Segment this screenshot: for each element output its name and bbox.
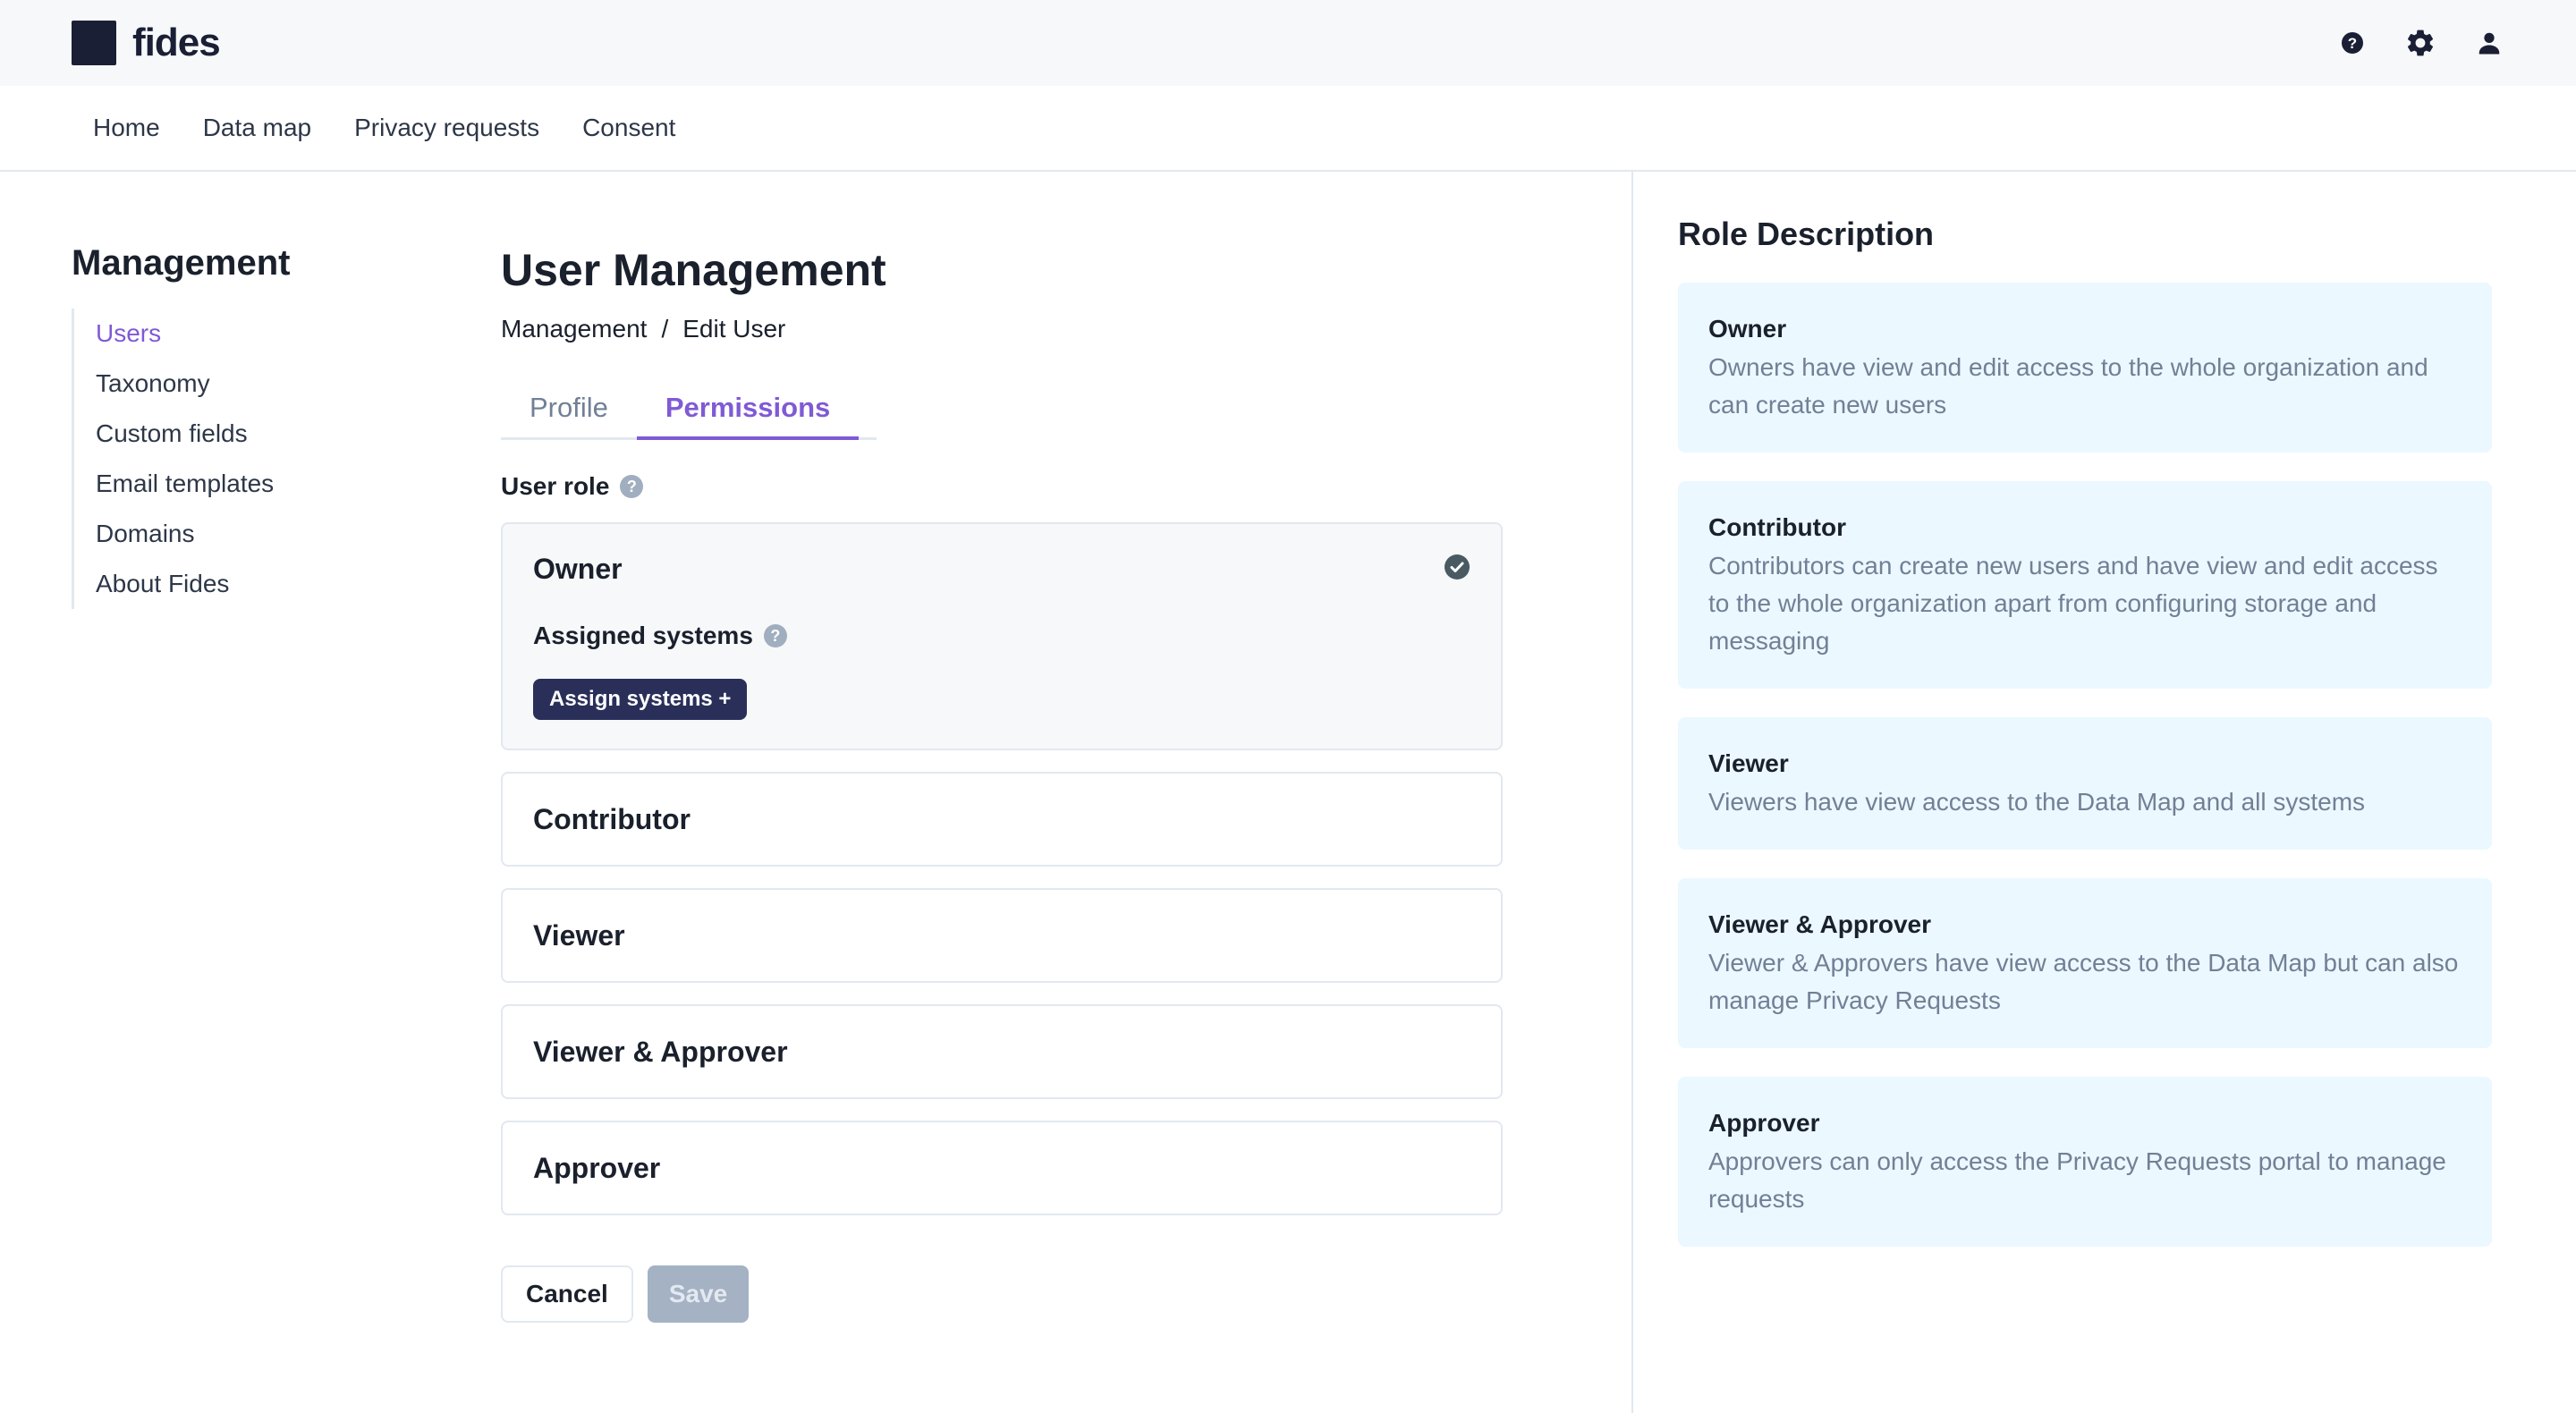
user-role-label: User role ? [501, 472, 1503, 501]
tab-permissions[interactable]: Permissions [636, 383, 860, 440]
top-header: fides ? [0, 0, 2576, 86]
sidebar-list: Users Taxonomy Custom fields Email templ… [72, 309, 429, 609]
role-description-text: Viewers have view access to the Data Map… [1708, 788, 2366, 816]
fides-logo[interactable]: fides [72, 21, 221, 65]
role-description-card-approver: Approver Approvers can only access the P… [1678, 1077, 2492, 1247]
check-circle-icon [1444, 554, 1470, 585]
role-name: Viewer & Approver [533, 1035, 788, 1068]
save-button[interactable]: Save [647, 1265, 750, 1323]
role-description-name: Contributor [1708, 513, 1846, 541]
role-option-viewer-approver[interactable]: Viewer & Approver [501, 1004, 1503, 1099]
logo-mark-icon [72, 21, 116, 65]
role-name: Contributor [533, 802, 691, 835]
header-icons: ? [2340, 27, 2504, 59]
main-nav: Home Data map Privacy requests Consent [0, 86, 2576, 172]
assign-systems-button[interactable]: Assign systems + [533, 679, 748, 720]
role-description-name: Viewer [1708, 749, 1789, 777]
sidebar-item-domains[interactable]: Domains [74, 509, 429, 559]
breadcrumb: Management / Edit User [501, 315, 1503, 343]
main-content: User Management Management / Edit User P… [501, 243, 1503, 1323]
management-sidebar: Management Users Taxonomy Custom fields … [72, 243, 429, 609]
role-option-viewer[interactable]: Viewer [501, 888, 1503, 983]
role-description-name: Approver [1708, 1109, 1820, 1137]
sidebar-item-custom-fields[interactable]: Custom fields [74, 409, 429, 459]
assigned-systems-label: Assigned systems ? [533, 622, 1470, 650]
role-option-approver[interactable]: Approver [501, 1121, 1503, 1215]
nav-privacy-requests[interactable]: Privacy requests [333, 101, 561, 155]
page-title: User Management [501, 245, 886, 295]
role-head: Owner [533, 553, 1470, 586]
assigned-systems-label-text: Assigned systems [533, 622, 753, 649]
sidebar-title: Management [72, 243, 291, 283]
role-description-card-contributor: Contributor Contributors can create new … [1678, 481, 2492, 689]
role-description-name: Owner [1708, 315, 1787, 343]
role-description-title: Role Description [1678, 216, 1935, 252]
sidebar-item-users[interactable]: Users [74, 309, 429, 359]
cancel-button[interactable]: Cancel [501, 1265, 633, 1323]
user-role-help-icon[interactable]: ? [620, 475, 644, 498]
logo-text: fides [132, 21, 221, 64]
svg-text:?: ? [2348, 35, 2357, 52]
nav-data-map[interactable]: Data map [182, 101, 333, 155]
sidebar-item-taxonomy[interactable]: Taxonomy [74, 359, 429, 409]
role-option-contributor[interactable]: Contributor [501, 772, 1503, 867]
sidebar-item-email-templates[interactable]: Email templates [74, 459, 429, 509]
breadcrumb-management[interactable]: Management [501, 315, 647, 343]
form-actions: Cancel Save [501, 1265, 1503, 1323]
role-description-name: Viewer & Approver [1708, 910, 1931, 938]
nav-consent[interactable]: Consent [561, 101, 697, 155]
role-option-owner[interactable]: Owner Assigned systems ? Assign systems … [501, 522, 1503, 750]
user-role-label-text: User role [501, 472, 610, 500]
role-description-text: Viewer & Approvers have view access to t… [1708, 949, 2459, 1014]
role-name: Viewer [533, 918, 625, 952]
assigned-systems-help-icon[interactable]: ? [763, 624, 787, 647]
role-description-text: Contributors can create new users and ha… [1708, 552, 2438, 655]
tab-profile[interactable]: Profile [501, 383, 637, 440]
role-description-card-viewer-approver: Viewer & Approver Viewer & Approvers hav… [1678, 878, 2492, 1048]
nav-home[interactable]: Home [72, 101, 182, 155]
role-description-text: Approvers can only access the Privacy Re… [1708, 1147, 2446, 1213]
role-description-card-viewer: Viewer Viewers have view access to the D… [1678, 717, 2492, 850]
sidebar-item-about-fides[interactable]: About Fides [74, 559, 429, 609]
role-description-card-owner: Owner Owners have view and edit access t… [1678, 283, 2492, 453]
breadcrumb-edit-user: Edit User [682, 315, 786, 343]
role-name: Owner [533, 553, 623, 585]
role-name: Approver [533, 1151, 661, 1184]
user-icon[interactable] [2476, 30, 2503, 56]
breadcrumb-separator: / [661, 315, 669, 343]
help-icon[interactable]: ? [2340, 30, 2365, 55]
user-tabs: Profile Permissions [501, 383, 877, 440]
role-description-panel: Role Description Owner Owners have view … [1631, 172, 2576, 1413]
role-description-text: Owners have view and edit access to the … [1708, 353, 2428, 419]
gear-icon[interactable] [2404, 27, 2436, 59]
